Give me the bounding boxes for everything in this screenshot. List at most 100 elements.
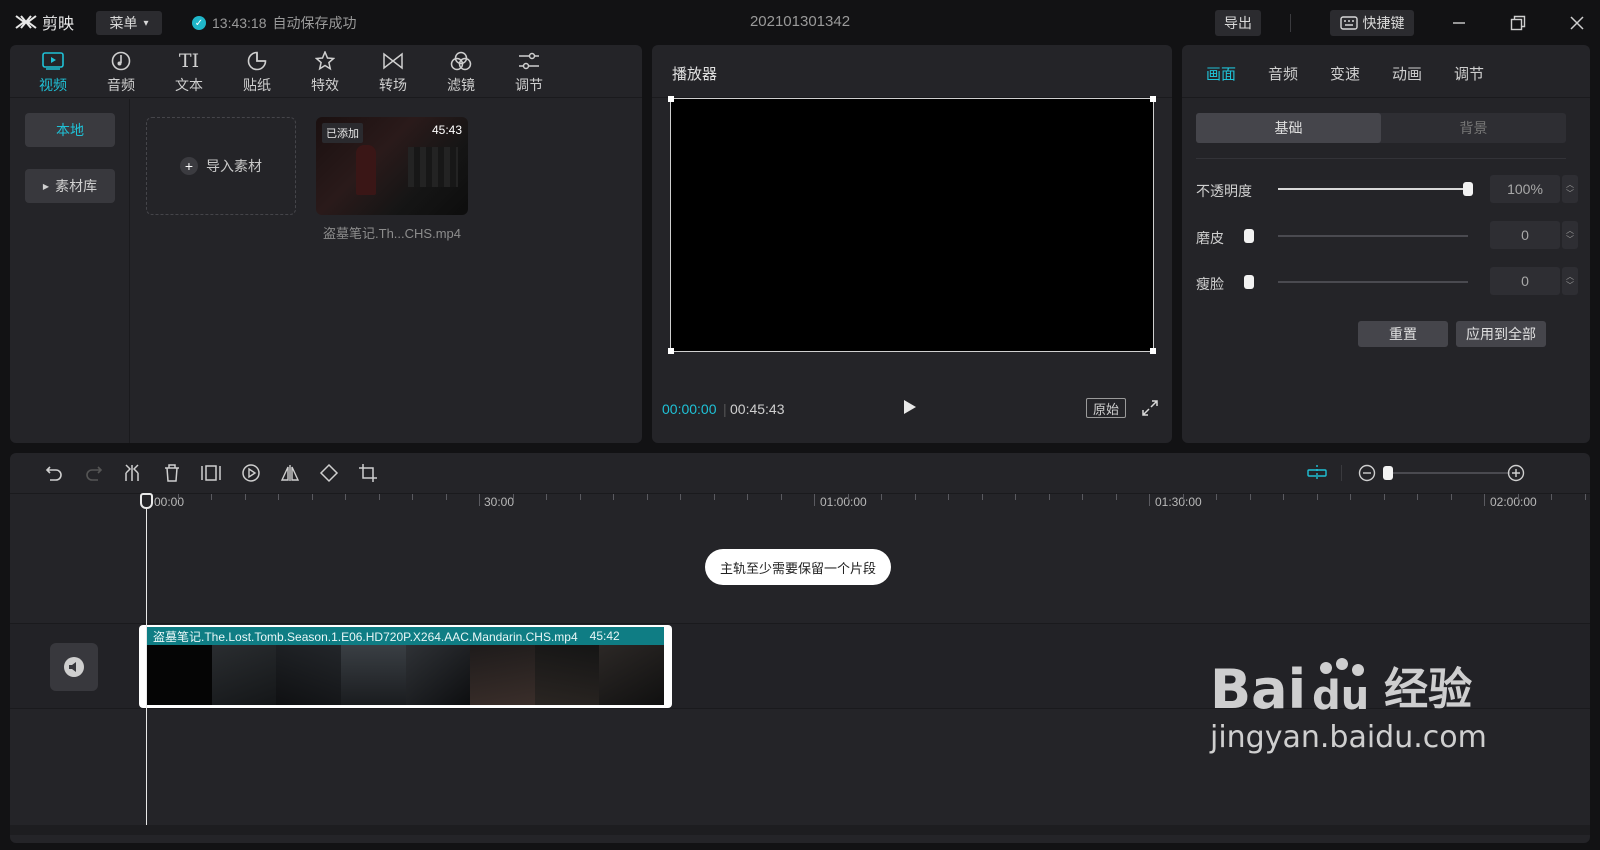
- tab-label: 视频: [39, 77, 67, 93]
- ruler-tick: [278, 494, 279, 500]
- minimize-icon: [1453, 22, 1465, 24]
- media-thumbnail[interactable]: 已添加 45:43: [316, 117, 468, 215]
- slim-face-stepper[interactable]: ︿ ﹀: [1562, 267, 1578, 295]
- close-button[interactable]: [1562, 10, 1592, 36]
- tab-label: 调节: [515, 77, 543, 93]
- sidebar-item-local[interactable]: 本地: [25, 113, 115, 147]
- toolbar-divider: [1341, 465, 1342, 481]
- autosave-time: 13:43:18: [212, 15, 267, 31]
- reset-button[interactable]: 重置: [1358, 321, 1448, 347]
- watermark-paw: du: [1306, 658, 1376, 719]
- tab-audio[interactable]: 音频: [94, 51, 148, 95]
- tab-label: 音频: [107, 77, 135, 93]
- canvas-handle[interactable]: [1150, 348, 1156, 354]
- crop-button[interactable]: [356, 461, 380, 485]
- tab-animation[interactable]: 动画: [1392, 63, 1422, 84]
- caret-right-icon: ▶: [42, 181, 50, 191]
- segment-background[interactable]: 背景: [1381, 113, 1566, 143]
- apply-to-all-button[interactable]: 应用到全部: [1456, 321, 1546, 347]
- sidebar-item-library[interactable]: ▶ 素材库: [25, 169, 115, 203]
- shortcut-button[interactable]: 快捷键: [1330, 10, 1414, 36]
- tab-effects[interactable]: 特效: [298, 51, 352, 95]
- tab-sticker[interactable]: 贴纸: [230, 51, 284, 95]
- media-tabs: 视频 音频 TI 文本 贴纸 特效 转场 滤镜 调节: [10, 45, 642, 98]
- slim-face-slider-handle[interactable]: [1244, 275, 1254, 289]
- snap-toggle-button[interactable]: [1305, 461, 1329, 485]
- redo-button[interactable]: [82, 461, 106, 485]
- media-file-name: 盗墓笔记.Th...CHS.mp4: [323, 226, 461, 241]
- app-logo: 剪映: [14, 10, 74, 34]
- zoom-slider-track[interactable]: [1390, 472, 1510, 474]
- canvas-handle[interactable]: [668, 96, 674, 102]
- ruler-tick: [847, 494, 849, 500]
- maximize-button[interactable]: [1503, 10, 1533, 36]
- ruler-tick: [780, 494, 782, 500]
- toolbar-divider: [1290, 14, 1291, 32]
- ruler-tick: [613, 494, 614, 500]
- freeze-frame-button[interactable]: [199, 461, 223, 485]
- export-button[interactable]: 导出: [1215, 10, 1261, 36]
- tab-label: 特效: [311, 77, 339, 93]
- undo-button[interactable]: [42, 461, 66, 485]
- smooth-slider-handle[interactable]: [1244, 229, 1254, 243]
- ruler-tick: [1048, 494, 1050, 500]
- tab-picture[interactable]: 画面: [1206, 63, 1236, 84]
- ruler-tick: [479, 494, 480, 506]
- slim-face-value-field[interactable]: 0: [1490, 267, 1560, 295]
- menu-button[interactable]: 菜单 ▾: [96, 11, 162, 35]
- reverse-button[interactable]: [239, 461, 263, 485]
- opacity-value-field[interactable]: 100%: [1490, 175, 1560, 203]
- preview-canvas[interactable]: [668, 96, 1156, 354]
- split-button[interactable]: [120, 461, 144, 485]
- opacity-slider-handle[interactable]: [1463, 182, 1473, 196]
- playhead[interactable]: [146, 505, 147, 825]
- opacity-stepper[interactable]: ︿ ﹀: [1562, 175, 1578, 203]
- tab-text[interactable]: TI 文本: [162, 50, 216, 95]
- tab-speed[interactable]: 变速: [1330, 63, 1360, 84]
- ruler-tick: [747, 494, 748, 500]
- ruler-tick: [680, 494, 681, 500]
- playhead-handle[interactable]: [140, 493, 153, 509]
- ruler-label: 01:00:00: [820, 495, 867, 509]
- clip-frame: [276, 645, 341, 705]
- app-name: 剪映: [42, 16, 75, 33]
- fullscreen-button[interactable]: [1138, 396, 1162, 420]
- tab-audio[interactable]: 音频: [1268, 63, 1298, 84]
- smooth-slider-track[interactable]: [1278, 235, 1468, 237]
- rotate-button[interactable]: [317, 461, 341, 485]
- minimize-button[interactable]: [1444, 10, 1474, 36]
- canvas-handle[interactable]: [1150, 96, 1156, 102]
- canvas-handle[interactable]: [668, 348, 674, 354]
- text-icon: TI: [178, 50, 200, 72]
- tab-filter[interactable]: 滤镜: [434, 51, 488, 95]
- ratio-original-button[interactable]: 原始: [1086, 398, 1126, 418]
- tab-label: 文本: [175, 77, 203, 93]
- zoom-in-button[interactable]: [1504, 461, 1528, 485]
- slim-face-slider-track[interactable]: [1278, 281, 1468, 283]
- watermark-url: jingyan.baidu.com: [1210, 720, 1487, 755]
- ruler-tick: [1283, 494, 1284, 500]
- time-separator: |: [723, 401, 727, 417]
- zoom-slider-handle[interactable]: [1383, 466, 1393, 480]
- time-ruler[interactable]: 00:00 30:00 01:00:00 01:30:00 02:00:00: [10, 493, 1590, 513]
- delete-button[interactable]: [160, 461, 184, 485]
- tab-adjust[interactable]: 调节: [502, 51, 556, 95]
- mirror-button[interactable]: [278, 461, 302, 485]
- tab-transition[interactable]: 转场: [366, 51, 420, 95]
- ruler-tick: [345, 494, 346, 500]
- import-media-button[interactable]: + 导入素材: [146, 117, 296, 215]
- tab-video[interactable]: 视频: [26, 51, 80, 95]
- freeze-frame-icon: [201, 465, 221, 481]
- smooth-stepper[interactable]: ︿ ﹀: [1562, 221, 1578, 249]
- crop-icon: [359, 464, 377, 482]
- video-clip[interactable]: 盗墓笔记.The.Lost.Tomb.Season.1.E06.HD720P.X…: [139, 625, 672, 708]
- smooth-value-field[interactable]: 0: [1490, 221, 1560, 249]
- watermark-brand: Bai: [1210, 658, 1307, 721]
- play-button[interactable]: [898, 395, 922, 419]
- rotate-icon: [319, 463, 339, 483]
- track-mute-button[interactable]: [50, 643, 98, 691]
- timeline-scrollbar[interactable]: [10, 825, 1590, 835]
- zoom-out-button[interactable]: [1355, 461, 1379, 485]
- segment-basic[interactable]: 基础: [1196, 113, 1381, 143]
- tab-adjust[interactable]: 调节: [1454, 63, 1484, 84]
